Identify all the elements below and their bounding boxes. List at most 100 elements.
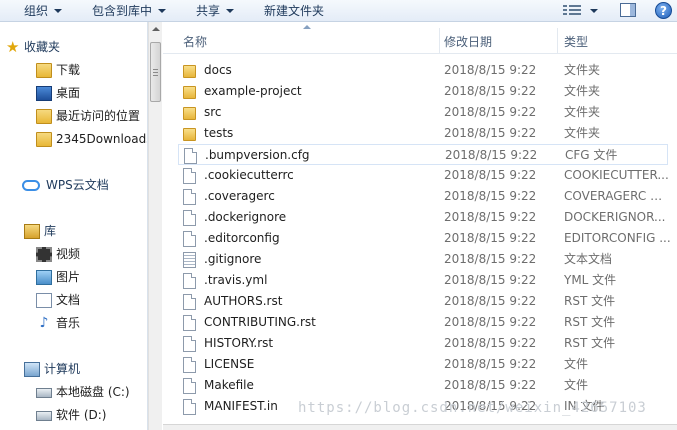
help-icon[interactable]: ? <box>655 2 672 19</box>
file-type: COOKIECUTTER... <box>564 168 669 182</box>
file-row[interactable]: CONTRIBUTING.rst 2018/8/15 9:22 RST 文件 <box>178 312 668 333</box>
nav-item-2345downloads[interactable]: 2345Downloads <box>36 129 148 150</box>
file-icon <box>183 273 196 289</box>
new-folder-button[interactable]: 新建文件夹 <box>264 0 324 22</box>
view-options-chevron-icon[interactable] <box>590 9 598 13</box>
file-type: RST 文件 <box>564 315 616 329</box>
file-type: 文件夹 <box>564 84 601 98</box>
navigation-pane-scrollbar[interactable] <box>148 22 162 430</box>
file-row[interactable]: HISTORY.rst 2018/8/15 9:22 RST 文件 <box>178 333 668 354</box>
file-icon <box>183 378 196 394</box>
file-date-modified: 2018/8/15 9:22 <box>444 294 537 308</box>
column-header-date[interactable]: 修改日期 <box>444 33 492 50</box>
file-date-modified: 2018/8/15 9:22 <box>444 231 537 245</box>
file-type: CFG 文件 <box>565 148 618 162</box>
share-button[interactable]: 共享 <box>196 0 235 22</box>
file-name: LICENSE <box>204 357 255 371</box>
change-view-icon[interactable] <box>563 4 581 17</box>
column-divider[interactable] <box>557 28 558 54</box>
file-row[interactable]: .coveragerc 2018/8/15 9:22 COVERAGERC 文... <box>178 186 672 207</box>
file-date-modified: 2018/8/15 9:22 <box>444 273 537 287</box>
nav-item-drive-c[interactable]: 本地磁盘 (C:) <box>36 382 147 403</box>
nav-favorites[interactable]: ★ 收藏夹 <box>4 37 144 58</box>
scrollbar-thumb[interactable] <box>150 42 161 102</box>
share-label: 共享 <box>196 4 221 18</box>
file-icon <box>183 399 196 415</box>
file-icon <box>183 357 196 373</box>
file-row[interactable]: LICENSE 2018/8/15 9:22 文件 <box>178 354 668 375</box>
file-row[interactable]: docs 2018/8/15 9:22 文件夹 <box>178 60 668 81</box>
file-name: .dockerignore <box>204 210 287 224</box>
column-header-bar: 名称 修改日期 类型 <box>163 22 677 54</box>
nav-item-label: 文档 <box>56 293 81 307</box>
file-icon <box>183 189 196 205</box>
file-icon <box>183 210 196 226</box>
file-date-modified: 2018/8/15 9:22 <box>444 315 537 329</box>
file-row[interactable]: .editorconfig 2018/8/15 9:22 EDITORCONFIG … <box>178 228 671 249</box>
nav-item-documents[interactable]: 文档 <box>36 290 146 311</box>
chevron-down-icon <box>226 9 235 13</box>
file-row[interactable]: Makefile 2018/8/15 9:22 文件 <box>178 375 668 396</box>
nav-item-recent-places[interactable]: 最近访问的位置 <box>36 106 146 127</box>
file-date-modified: 2018/8/15 9:22 <box>444 378 537 392</box>
file-date-modified: 2018/8/15 9:22 <box>444 63 537 77</box>
folder-icon <box>183 65 196 78</box>
nav-libraries[interactable]: 库 <box>24 221 147 242</box>
file-name: .bumpversion.cfg <box>205 148 310 162</box>
file-row[interactable]: .cookiecutterrc 2018/8/15 9:22 COOKIECUTTE… <box>178 165 669 186</box>
file-icon <box>183 336 196 352</box>
file-date-modified: 2018/8/15 9:22 <box>445 148 538 162</box>
scroll-up-arrow-icon[interactable] <box>152 27 160 31</box>
file-type: COVERAGERC 文... <box>564 189 672 203</box>
horizontal-scrollbar[interactable] <box>163 424 677 430</box>
file-type: YML 文件 <box>564 273 617 287</box>
include-in-library-button[interactable]: 包含到库中 <box>92 0 167 22</box>
nav-wps-cloud[interactable]: WPS云文档 <box>22 175 146 196</box>
column-divider[interactable] <box>439 28 440 54</box>
file-row[interactable]: .dockerignore 2018/8/15 9:22 DOCKERIGNOR..… <box>178 207 668 228</box>
nav-item-downloads[interactable]: 下载 <box>36 60 146 81</box>
preview-pane-icon[interactable] <box>620 3 636 17</box>
file-type: RST 文件 <box>564 336 616 350</box>
command-toolbar: 组织 包含到库中 共享 新建文件夹 ? <box>0 0 677 22</box>
column-header-name[interactable]: 名称 <box>183 33 207 50</box>
file-row[interactable]: .travis.yml 2018/8/15 9:22 YML 文件 <box>178 270 668 291</box>
file-type: 文件夹 <box>564 105 601 119</box>
file-row[interactable]: .gitignore 2018/8/15 9:22 文本文档 <box>178 249 668 270</box>
file-row[interactable]: .bumpversion.cfg 2018/8/15 9:22 CFG 文件 <box>178 144 668 165</box>
nav-item-label: 视频 <box>56 247 81 261</box>
file-type: EDITORCONFIG ... <box>564 231 671 245</box>
documents-library-icon <box>36 293 52 308</box>
nav-item-drive-d[interactable]: 软件 (D:) <box>36 405 147 426</box>
file-row[interactable]: AUTHORS.rst 2018/8/15 9:22 RST 文件 <box>178 291 668 312</box>
nav-favorites-label: 收藏夹 <box>24 40 61 54</box>
file-icon <box>184 148 197 164</box>
file-icon <box>183 231 196 247</box>
organize-button[interactable]: 组织 <box>24 0 63 22</box>
nav-item-label: 本地磁盘 (C:) <box>56 385 130 399</box>
file-name: docs <box>204 63 232 77</box>
file-date-modified: 2018/8/15 9:22 <box>444 357 537 371</box>
file-name: MANIFEST.in <box>204 399 278 413</box>
chevron-down-icon <box>158 9 167 13</box>
file-name: CONTRIBUTING.rst <box>204 315 316 329</box>
folder-icon <box>183 107 196 120</box>
nav-item-music[interactable]: ♪ 音乐 <box>36 313 146 334</box>
nav-computer[interactable]: 计算机 <box>24 359 147 380</box>
nav-item-videos[interactable]: 视频 <box>36 244 146 265</box>
file-row[interactable]: src 2018/8/15 9:22 文件夹 <box>178 102 668 123</box>
file-date-modified: 2018/8/15 9:22 <box>444 210 537 224</box>
nav-item-pictures[interactable]: 图片 <box>36 267 146 288</box>
file-row[interactable]: example-project 2018/8/15 9:22 文件夹 <box>178 81 668 102</box>
navigation-pane: ★ 收藏夹 下载 桌面 最近访问的位置 2345Downloads WPS云文档… <box>0 22 148 430</box>
computer-icon <box>24 362 40 377</box>
column-header-type[interactable]: 类型 <box>564 33 588 50</box>
file-date-modified: 2018/8/15 9:22 <box>444 84 537 98</box>
download-folder-icon <box>36 63 52 78</box>
nav-item-label: 2345Downloads <box>56 132 148 146</box>
sort-ascending-icon <box>303 25 311 29</box>
file-row[interactable]: tests 2018/8/15 9:22 文件夹 <box>178 123 668 144</box>
nav-item-desktop[interactable]: 桌面 <box>36 83 146 104</box>
file-date-modified: 2018/8/15 9:22 <box>444 189 537 203</box>
music-library-icon: ♪ <box>39 315 49 331</box>
